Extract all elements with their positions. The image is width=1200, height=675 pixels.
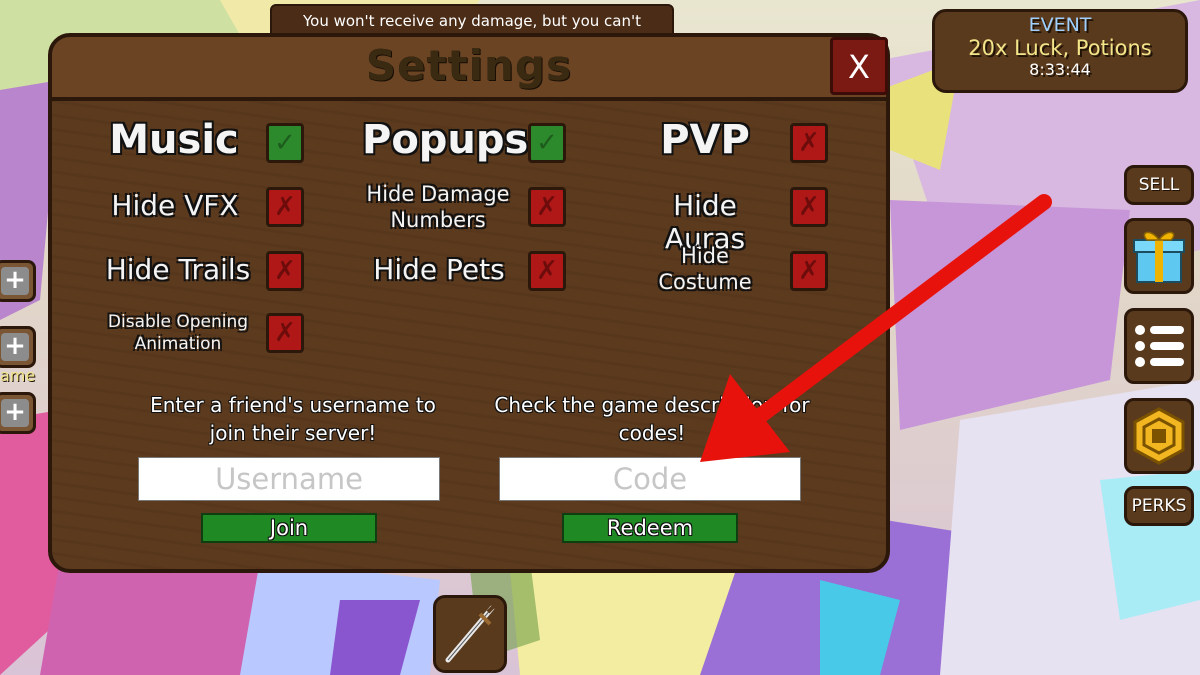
hide-damage-line-2: Numbers [390,208,486,232]
pvp-toggle[interactable]: ✗ [790,123,828,163]
hide-damage-numbers-toggle[interactable]: ✗ [528,187,566,227]
pvp-label: PVP [660,117,750,163]
gift-icon [1133,231,1185,283]
disable-opening-line-2: Animation [134,334,222,354]
redeem-hint-line-2: codes! [618,421,686,445]
hide-pets-toggle[interactable]: ✗ [528,251,566,291]
check-icon: ✓ [274,128,296,158]
hide-damage-numbers-label: Hide Damage Numbers [358,181,518,233]
x-icon: ✗ [274,256,296,286]
hide-vfx-toggle[interactable]: ✗ [266,187,304,227]
disable-opening-animation-toggle[interactable]: ✗ [266,313,304,353]
x-icon: ✗ [798,256,820,286]
x-icon: ✗ [798,192,820,222]
hide-costume-line-1: Hide [681,244,729,268]
hide-costume-label: Hide Costume [630,243,780,295]
close-button[interactable]: X [830,37,888,95]
code-input[interactable] [499,457,801,501]
hide-damage-line-1: Hide Damage [366,182,510,206]
sell-button[interactable]: SELL [1124,165,1194,205]
settings-title: Settings [365,41,573,90]
join-button[interactable]: Join [201,513,377,543]
disable-opening-line-1: Disable Opening [107,312,249,332]
left-plus-button-2[interactable]: + [0,326,36,368]
join-hint-line-1: Enter a friend's username to [150,393,436,417]
plus-icon: + [1,399,29,427]
popups-toggle[interactable]: ✓ [528,123,566,163]
left-plus-button-1[interactable]: + [0,260,36,302]
hide-auras-toggle[interactable]: ✗ [790,187,828,227]
left-side-label: ame [0,366,36,385]
join-hint-line-2: join their server! [209,421,377,445]
x-icon: ✗ [536,192,558,222]
event-panel: EVENT 20x Luck, Potions 8:33:44 [932,9,1188,93]
check-icon: ✓ [536,128,558,158]
disable-opening-animation-label: Disable Opening Animation [98,311,258,355]
sell-label: SELL [1138,175,1180,195]
notice-text: You won't receive any damage, but you ca… [302,12,642,30]
username-input[interactable] [138,457,440,501]
plus-icon: + [1,333,29,361]
hide-trails-label: Hide Trails [105,253,251,286]
event-title: EVENT [1028,14,1092,36]
robux-shop-button[interactable] [1124,398,1194,474]
redeem-hint: Check the game description for codes! [472,391,832,447]
hotbar-slot-sword[interactable] [433,595,507,673]
settings-window: Settings X Music ✓ Popups ✓ PVP ✗ Hide V… [48,33,890,573]
event-timer: 8:33:44 [1029,60,1091,79]
plus-icon: + [1,267,29,295]
x-icon: ✗ [274,318,296,348]
perks-button[interactable]: PERKS [1124,486,1194,526]
hide-costume-toggle[interactable]: ✗ [790,251,828,291]
sword-icon [445,602,498,663]
hide-trails-toggle[interactable]: ✗ [266,251,304,291]
hide-costume-line-2: Costume [658,270,752,294]
list-icon [1135,325,1184,367]
menu-button[interactable] [1124,308,1194,384]
event-description: 20x Luck, Potions [968,36,1152,60]
popups-label: Popups [362,117,529,163]
perks-label: PERKS [1131,496,1187,516]
x-icon: ✗ [798,128,820,158]
hide-vfx-label: Hide VFX [111,189,239,222]
robux-icon [1133,407,1185,465]
gift-button[interactable] [1124,218,1194,294]
x-icon: ✗ [536,256,558,286]
hide-pets-label: Hide Pets [373,253,505,286]
music-label: Music [109,117,239,163]
music-toggle[interactable]: ✓ [266,123,304,163]
join-hint: Enter a friend's username to join their … [118,391,468,447]
left-plus-button-3[interactable]: + [0,392,36,434]
redeem-button[interactable]: Redeem [562,513,738,543]
redeem-hint-line-1: Check the game description for [494,393,810,417]
settings-header: Settings [52,37,886,101]
x-icon: ✗ [274,192,296,222]
